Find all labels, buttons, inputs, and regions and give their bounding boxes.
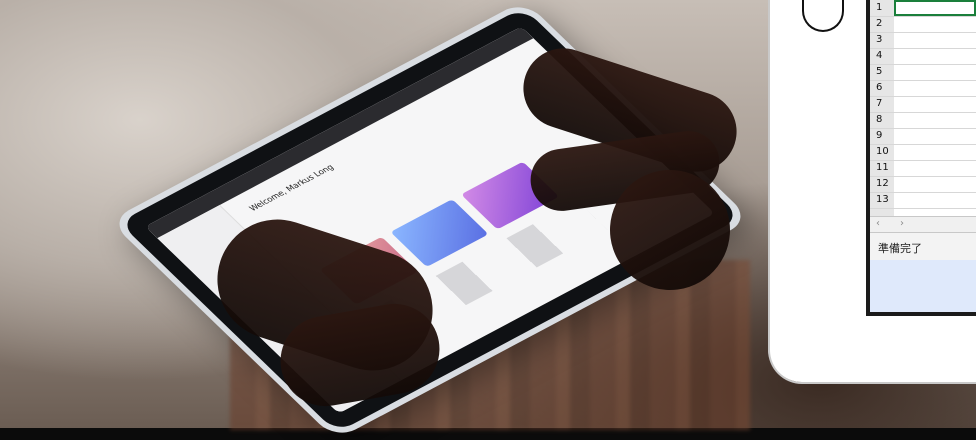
spreadsheet-background <box>870 260 976 312</box>
row-number: 1 <box>876 2 883 13</box>
scroll-right-icon[interactable]: › <box>900 218 904 229</box>
row-number: 7 <box>876 98 883 109</box>
status-text: 準備完了 <box>878 242 922 255</box>
row-number: 4 <box>876 50 883 61</box>
row-number: 3 <box>876 34 883 45</box>
grid-row[interactable]: 9 <box>870 128 976 145</box>
status-bar: 準備完了 <box>870 232 976 261</box>
grid-row[interactable]: 13 <box>870 192 976 209</box>
row-number: 6 <box>876 82 883 93</box>
row-number: 8 <box>876 114 883 125</box>
grid-row[interactable]: 5 <box>870 64 976 81</box>
grid-row[interactable]: 4 <box>870 48 976 65</box>
grid-row[interactable]: 11 <box>870 160 976 177</box>
horizontal-scrollbar[interactable]: ‹ › <box>870 216 976 233</box>
row-number: 9 <box>876 130 883 141</box>
row-number: 11 <box>876 162 889 173</box>
grid-row[interactable]: 8 <box>870 112 976 129</box>
grid-row[interactable]: 3 <box>870 32 976 49</box>
row-number: 5 <box>876 66 883 77</box>
scroll-left-icon[interactable]: ‹ <box>876 218 880 229</box>
row-number: 12 <box>876 178 889 189</box>
grid-row[interactable]: 12 <box>870 176 976 193</box>
grid-row[interactable]: 6 <box>870 80 976 97</box>
row-number: 2 <box>876 18 883 29</box>
grid-row[interactable]: 7 <box>870 96 976 113</box>
row-number: 13 <box>876 194 889 205</box>
grid-row[interactable]: 10 <box>870 144 976 161</box>
spreadsheet-window: 1 2 3 4 5 6 7 8 9 10 11 12 13 ‹ › 準備完了 <box>870 0 976 312</box>
selected-cell[interactable] <box>894 0 976 16</box>
grid-row[interactable]: 2 <box>870 16 976 33</box>
row-number: 10 <box>876 146 889 157</box>
